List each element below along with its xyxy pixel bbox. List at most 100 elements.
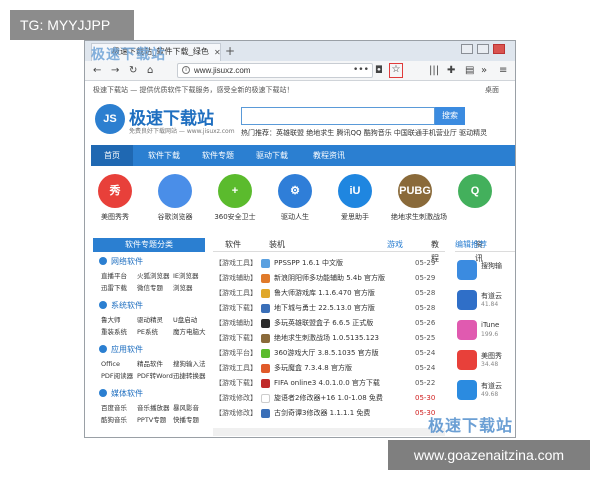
address-bar[interactable]: i www.jisuxz.com — [177, 63, 373, 78]
list-item[interactable]: 【游戏平台】 360游戏大厅 3.8.5.1035 官方版 05-24 — [215, 346, 443, 360]
list-item[interactable]: 【游戏辅助】 多玩英雄联盟盒子 6.6.5 正式版 05-26 — [215, 316, 443, 330]
tab-games[interactable]: 游戏 — [387, 238, 403, 252]
item-name[interactable]: FIFA online3 4.0.1.0.0 官方下载 — [274, 376, 410, 390]
sidebar-link[interactable]: 酷狗音乐 — [101, 414, 137, 424]
home-icon[interactable]: ⌂ — [147, 65, 153, 77]
list-item[interactable]: 【游戏修改】 旋语者2修改器+16 1.0-1.08 免费 05-30 — [215, 391, 443, 405]
sidebar-link[interactable]: 鲁大师 — [101, 314, 137, 324]
topbar-right-link[interactable]: 桌面 — [485, 85, 499, 95]
new-tab-button[interactable]: + — [225, 43, 235, 59]
maximize-button[interactable] — [477, 44, 489, 54]
tab-software[interactable]: 软件 — [225, 238, 241, 252]
sidebar-link[interactable]: 直播平台 — [101, 270, 137, 280]
sidebar-link[interactable]: 魔方电脑大 — [173, 326, 209, 336]
site-logo[interactable]: JS — [95, 104, 125, 134]
sidebar-link[interactable]: 音乐播放器 — [137, 402, 173, 412]
forward-icon[interactable]: → — [111, 65, 119, 77]
list-item[interactable]: 【游戏下载】 地下城与勇士 22.5.13.0 官方版 05-28 — [215, 301, 443, 315]
app-item[interactable]: 秀美图秀秀 — [91, 174, 139, 222]
sidebar-link[interactable]: PE系统 — [137, 326, 173, 336]
close-window-button[interactable] — [493, 44, 505, 54]
sidebar-link[interactable]: 百度音乐 — [101, 402, 137, 412]
sidebar-link[interactable]: 火狐浏览器 — [137, 270, 173, 280]
item-category[interactable]: 【游戏工具】 — [215, 256, 257, 270]
recommend-item[interactable]: 美图秀 34.48 — [457, 350, 515, 374]
sidebar-link[interactable]: 迅雷下载 — [101, 282, 137, 292]
sidebar-link[interactable]: 搜狗输入法 — [173, 358, 209, 368]
hot-search-links[interactable]: 热门推荐：英雄联盟 绝地求生 腾讯QQ 酷狗音乐 中国联通手机营业厅 驱动精灵 — [241, 128, 487, 138]
list-item[interactable]: 【游戏工具】 多玩魔盒 7.3.4.8 官方版 05-24 — [215, 361, 443, 375]
back-icon[interactable]: ← — [93, 65, 101, 77]
search-input[interactable] — [241, 107, 435, 125]
item-name[interactable]: 地下城与勇士 22.5.13.0 官方版 — [274, 301, 410, 315]
recommend-item[interactable]: 有道云 41.84 — [457, 290, 515, 314]
sidebar-link[interactable]: Office — [101, 360, 137, 368]
search-button[interactable]: 搜索 — [435, 107, 465, 125]
recommend-item[interactable]: 有道云 49.68 — [457, 380, 515, 404]
item-category[interactable]: 【游戏修改】 — [215, 391, 257, 405]
item-name[interactable]: 新浪阴阳师多功能辅助 5.4b 官方版 — [274, 271, 410, 285]
sidebar-link[interactable]: PDF阅读器 — [101, 370, 137, 380]
sidebar-link[interactable]: 迅捷转换器 — [173, 370, 209, 380]
item-category[interactable]: 【游戏工具】 — [215, 286, 257, 300]
recommend-item[interactable]: 搜狗输 — [457, 260, 515, 284]
pocket-icon[interactable]: ◘ — [375, 65, 383, 77]
sidebar-icon[interactable]: ▤ — [465, 65, 474, 77]
item-category[interactable]: 【游戏下载】 — [215, 376, 257, 390]
menu-icon[interactable]: ≡ — [499, 65, 507, 77]
minimize-button[interactable] — [461, 44, 473, 54]
item-name[interactable]: PPSSPP 1.6.1 中文版 — [274, 256, 410, 270]
nav-home[interactable]: 首页 — [91, 145, 133, 166]
recommend-item[interactable]: iTune 199.6 — [457, 320, 515, 344]
list-item[interactable]: 【游戏修改】 古剑奇谭3修改器 1.1.1.1 免费 05-30 — [215, 406, 443, 420]
sidebar-link[interactable]: 重装系统 — [101, 326, 137, 336]
sidebar-link[interactable]: 微信专题 — [137, 282, 173, 292]
app-item[interactable]: Q — [451, 174, 499, 212]
sidebar-link[interactable]: IE浏览器 — [173, 270, 209, 280]
list-item[interactable]: 【游戏下载】 绝地求生刺激战场 1.0.5135.123 05-25 — [215, 331, 443, 345]
page-actions-icon[interactable]: ••• — [353, 64, 369, 76]
item-category[interactable]: 【游戏下载】 — [215, 301, 257, 315]
nav-news[interactable]: 教程资讯 — [301, 145, 357, 166]
sidebar-section-title[interactable]: 应用软件 — [99, 344, 143, 355]
nav-topics[interactable]: 软件专题 — [193, 145, 243, 166]
info-icon[interactable]: i — [182, 66, 190, 74]
app-item[interactable]: +360安全卫士 — [211, 174, 259, 222]
list-item[interactable]: 【游戏工具】 鲁大师游戏库 1.1.6.470 官方版 05-28 — [215, 286, 443, 300]
item-name[interactable]: 多玩英雄联盟盒子 6.6.5 正式版 — [274, 316, 410, 330]
list-item[interactable]: 【游戏辅助】 新浪阴阳师多功能辅助 5.4b 官方版 05-29 — [215, 271, 443, 285]
item-category[interactable]: 【游戏下载】 — [215, 331, 257, 345]
horizontal-scrollbar[interactable] — [213, 428, 445, 436]
sidebar-link[interactable]: PDF转Word — [137, 370, 173, 380]
sidebar-link[interactable]: 快播专题 — [173, 414, 209, 424]
item-name[interactable]: 多玩魔盒 7.3.4.8 官方版 — [274, 361, 410, 375]
bookmark-star-icon[interactable]: ☆ — [389, 63, 403, 78]
sidebar-link[interactable]: PPTV专题 — [137, 414, 173, 424]
item-category[interactable]: 【游戏辅助】 — [215, 316, 257, 330]
sidebar-section-title[interactable]: 系统软件 — [99, 300, 143, 311]
extension-icon[interactable]: ✚ — [447, 65, 455, 77]
list-item[interactable]: 【游戏工具】 PPSSPP 1.6.1 中文版 05-29 — [215, 256, 443, 270]
nav-drivers[interactable]: 驱动下载 — [247, 145, 297, 166]
app-item[interactable]: iU 爱思助手 — [331, 174, 379, 222]
app-item[interactable]: PUBG 绝地求生刺激战场 — [391, 174, 447, 222]
tab-install[interactable]: 装机 — [269, 238, 285, 252]
sidebar-link[interactable]: 浏览器 — [173, 282, 209, 292]
sidebar-link[interactable]: 精品软件 — [137, 358, 173, 368]
item-name[interactable]: 绝地求生刺激战场 1.0.5135.123 — [274, 331, 410, 345]
sidebar-link[interactable]: 暴风影音 — [173, 402, 209, 412]
item-category[interactable]: 【游戏工具】 — [215, 361, 257, 375]
overflow-icon[interactable]: » — [481, 65, 487, 77]
item-category[interactable]: 【游戏辅助】 — [215, 271, 257, 285]
sidebar-link[interactable]: U盘启动 — [173, 314, 209, 324]
sidebar-link[interactable]: 驱动精灵 — [137, 314, 173, 324]
reload-icon[interactable]: ↻ — [129, 65, 137, 77]
item-name[interactable]: 古剑奇谭3修改器 1.1.1.1 免费 — [274, 406, 410, 420]
nav-software[interactable]: 软件下载 — [139, 145, 189, 166]
app-item[interactable]: ⚙ 驱动人生 — [271, 174, 319, 222]
close-tab-icon[interactable]: ✕ — [214, 49, 220, 57]
list-item[interactable]: 【游戏下载】 FIFA online3 4.0.1.0.0 官方下载 05-22 — [215, 376, 443, 390]
item-name[interactable]: 旋语者2修改器+16 1.0-1.08 免费 — [274, 391, 410, 405]
sidebar-section-title[interactable]: 媒体软件 — [99, 388, 143, 399]
item-name[interactable]: 360游戏大厅 3.8.5.1035 官方版 — [274, 346, 410, 360]
